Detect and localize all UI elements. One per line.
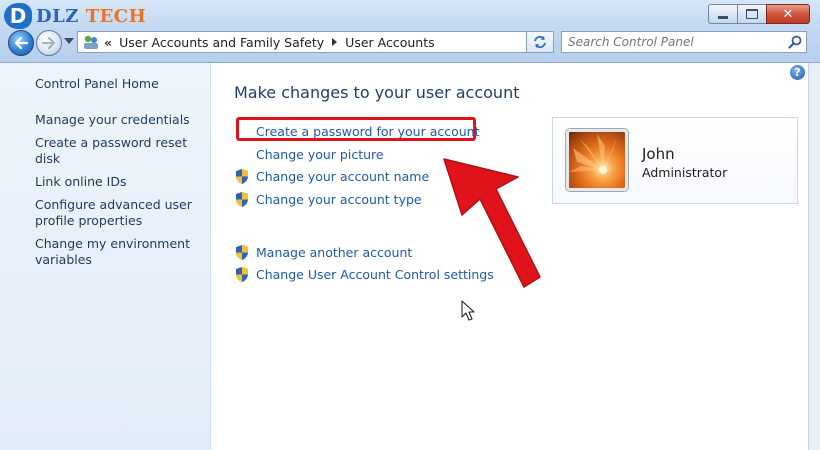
annotation-red-arrow-icon: [443, 158, 541, 288]
maximize-button[interactable]: [737, 4, 766, 24]
search-icon[interactable]: [784, 35, 806, 49]
window-controls: ✕: [708, 4, 810, 24]
mouse-cursor-icon: [461, 300, 475, 321]
uac-shield-icon: [236, 267, 248, 282]
logo-text: DLZ TECH: [36, 6, 146, 27]
breadcrumb-separator-icon[interactable]: [332, 38, 338, 46]
task-label: Change your account name: [256, 169, 430, 184]
dlz-tech-logo: D DLZ TECH: [4, 2, 146, 30]
task-label: Change your picture: [256, 147, 384, 162]
left-pane-links: Manage your credentials Create a passwor…: [35, 112, 195, 275]
link-environment-variables[interactable]: Change my environment variables: [35, 236, 195, 268]
user-name: John: [642, 145, 675, 163]
control-panel-icon: [82, 34, 100, 50]
uac-shield-icon: [236, 192, 248, 207]
back-arrow-icon: [14, 37, 28, 49]
annotation-highlight-box: [236, 117, 476, 141]
link-configure-advanced-profile[interactable]: Configure advanced user profile properti…: [35, 197, 195, 229]
refresh-icon: [534, 36, 546, 48]
address-overflow-chevron[interactable]: «: [104, 35, 112, 50]
maximize-icon: [746, 9, 758, 19]
minimize-icon: [718, 15, 728, 19]
logo-mark: D: [4, 3, 32, 29]
logo-text-brand: DLZ: [36, 5, 79, 27]
link-create-password-reset-disk[interactable]: Create a password reset disk: [35, 135, 195, 167]
user-role: Administrator: [642, 165, 728, 180]
right-scroll-edge: [808, 63, 820, 450]
logo-text-rest: TECH: [85, 5, 147, 27]
help-button[interactable]: ?: [790, 65, 805, 80]
task-change-picture[interactable]: Change your picture: [234, 147, 384, 162]
task-manage-another-account[interactable]: Manage another account: [234, 244, 412, 261]
back-button[interactable]: [8, 30, 34, 56]
recent-pages-dropdown-icon[interactable]: [64, 38, 74, 44]
task-change-account-type[interactable]: Change your account type: [234, 191, 422, 208]
search-input[interactable]: [562, 32, 784, 52]
task-label: Manage another account: [256, 245, 413, 260]
breadcrumb-user-accounts[interactable]: User Accounts: [345, 35, 434, 50]
minimize-button[interactable]: [708, 4, 737, 24]
uac-shield-icon: [236, 245, 248, 260]
task-change-account-name[interactable]: Change your account name: [234, 168, 429, 185]
forward-arrow-icon: [42, 37, 55, 49]
breadcrumb-user-accounts-family-safety[interactable]: User Accounts and Family Safety: [119, 35, 324, 50]
close-icon: ✕: [782, 6, 794, 22]
user-avatar[interactable]: [566, 129, 628, 191]
main-content: ? Make changes to your user account Crea…: [211, 63, 808, 450]
page-title: Make changes to your user account: [234, 83, 520, 102]
flower-picture-icon: [569, 134, 617, 174]
close-button[interactable]: ✕: [766, 4, 810, 24]
help-icon: ?: [794, 66, 801, 79]
search-box[interactable]: [561, 31, 807, 53]
address-bar[interactable]: « User Accounts and Family Safety User A…: [77, 31, 550, 53]
left-navigation-pane: Control Panel Home Manage your credentia…: [0, 63, 211, 450]
forward-button[interactable]: [36, 30, 62, 56]
link-manage-credentials[interactable]: Manage your credentials: [35, 112, 195, 128]
task-label: Change your account type: [256, 192, 422, 207]
window-title-bar: D DLZ TECH ✕ « User Accounts and Family …: [0, 0, 820, 63]
control-panel-home-link[interactable]: Control Panel Home: [35, 76, 159, 91]
uac-shield-icon: [236, 169, 248, 184]
user-account-card: John Administrator: [552, 117, 798, 204]
refresh-button[interactable]: [526, 31, 554, 53]
link-online-ids[interactable]: Link online IDs: [35, 174, 195, 190]
